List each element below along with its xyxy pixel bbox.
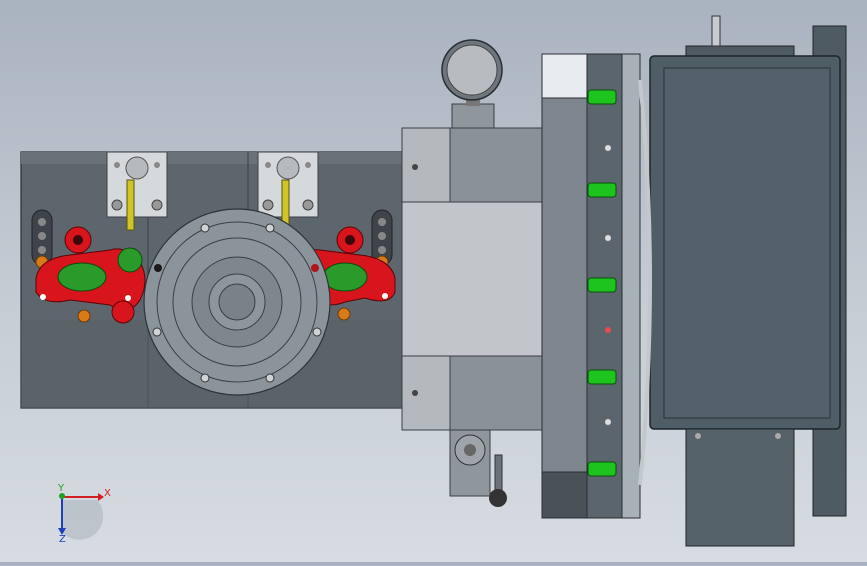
triad-y-label: Y bbox=[57, 483, 65, 494]
housing-block[interactable] bbox=[401, 127, 543, 431]
assembly-model[interactable]: X Y Z bbox=[0, 0, 867, 562]
coordinate-triad: X Y Z bbox=[57, 483, 111, 545]
clamp-handle[interactable] bbox=[449, 429, 507, 507]
pressure-gauge[interactable] bbox=[441, 39, 503, 129]
motor-housing[interactable] bbox=[638, 15, 847, 547]
rotary-disc[interactable] bbox=[143, 208, 331, 396]
cad-viewport[interactable]: X Y Z bbox=[0, 0, 867, 562]
triad-z-label: Z bbox=[59, 534, 66, 545]
triad-x-label: X bbox=[104, 488, 111, 499]
slot-adjuster-left[interactable] bbox=[31, 209, 53, 269]
